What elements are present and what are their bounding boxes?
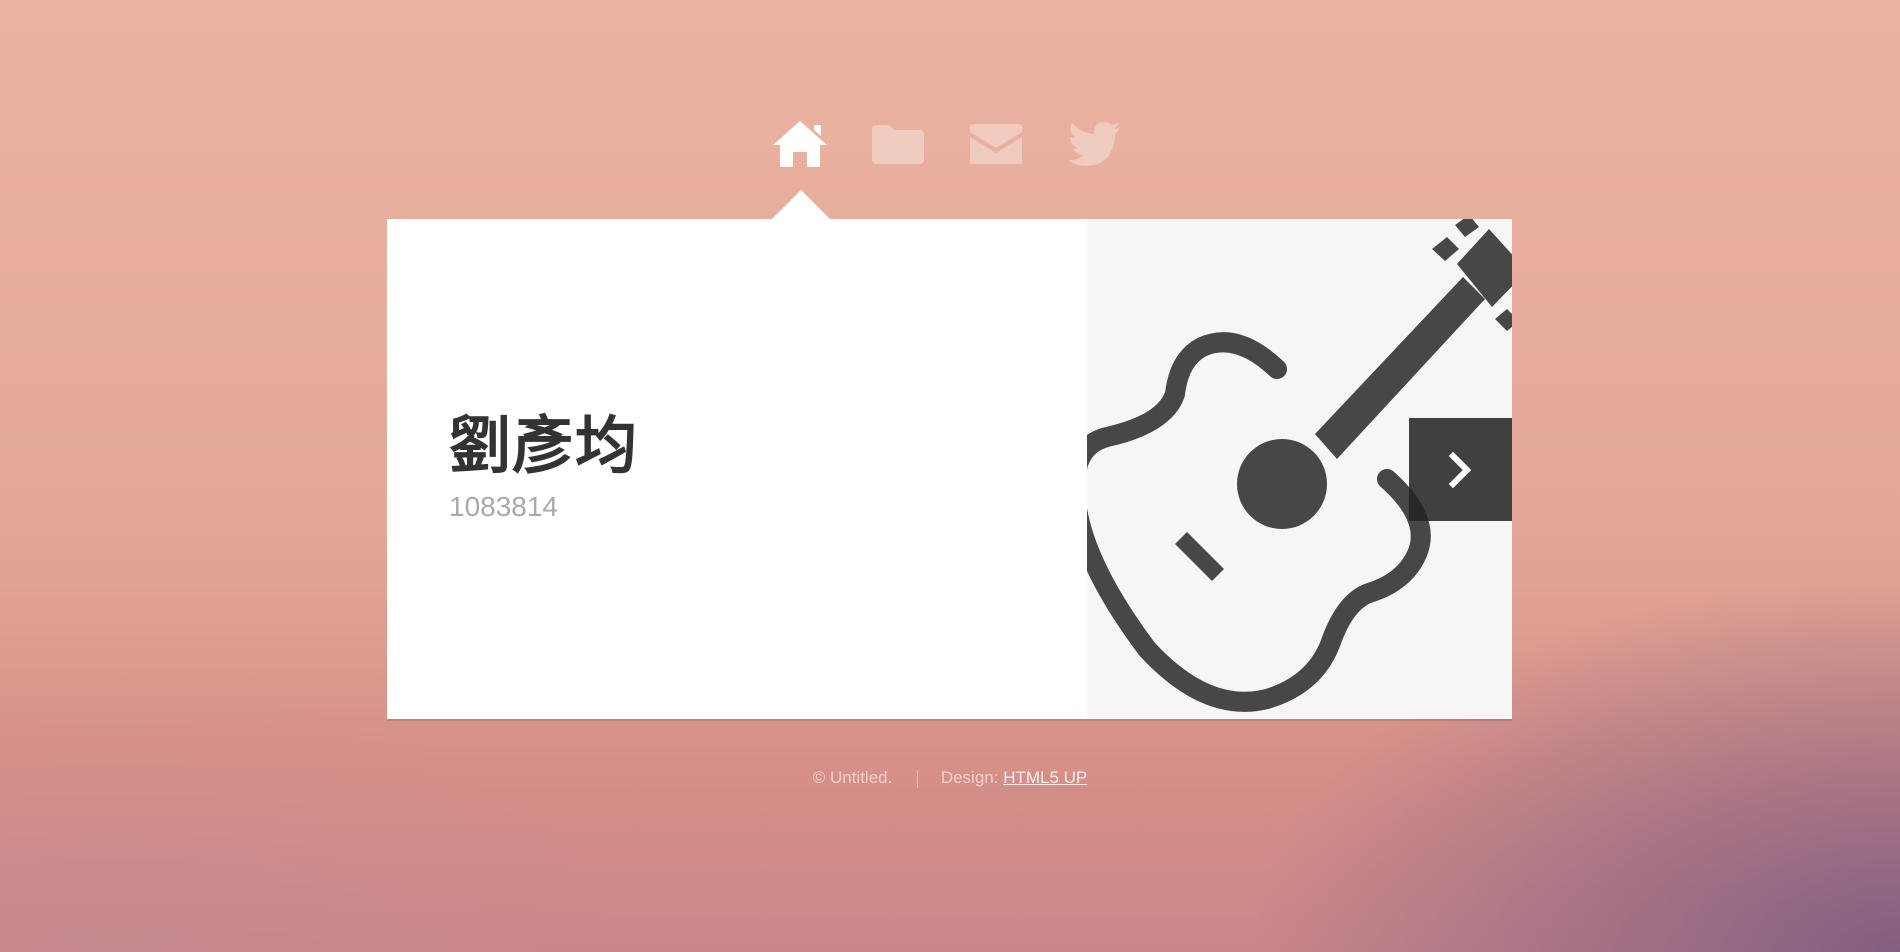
intro-panel: 劉彥均 1083814 xyxy=(387,219,1512,719)
nav-portfolio[interactable] xyxy=(868,118,928,170)
design-label: Design: xyxy=(940,768,999,787)
folder-icon xyxy=(872,125,924,164)
main-nav xyxy=(770,118,1162,170)
intro-text: 劉彥均 1083814 xyxy=(449,409,638,523)
page-title: 劉彥均 xyxy=(449,409,639,482)
nav-pointer xyxy=(772,190,830,219)
copyright-text: © Untitled. xyxy=(812,768,893,787)
next-button[interactable] xyxy=(1409,418,1512,521)
page-subtitle: 1083814 xyxy=(449,491,559,522)
footer-divider xyxy=(917,769,919,788)
design-credit-link[interactable]: HTML5 UP xyxy=(1003,768,1087,787)
envelope-icon xyxy=(970,124,1022,164)
twitter-icon xyxy=(1068,122,1120,166)
chevron-right-icon xyxy=(1448,451,1471,488)
nav-contact[interactable] xyxy=(966,118,1026,170)
nav-home[interactable] xyxy=(770,118,830,170)
feature-image xyxy=(1065,219,1512,719)
home-icon xyxy=(773,121,827,167)
footer: © Untitled. Design: HTML5 UP xyxy=(0,768,1900,788)
nav-twitter[interactable] xyxy=(1064,118,1124,170)
